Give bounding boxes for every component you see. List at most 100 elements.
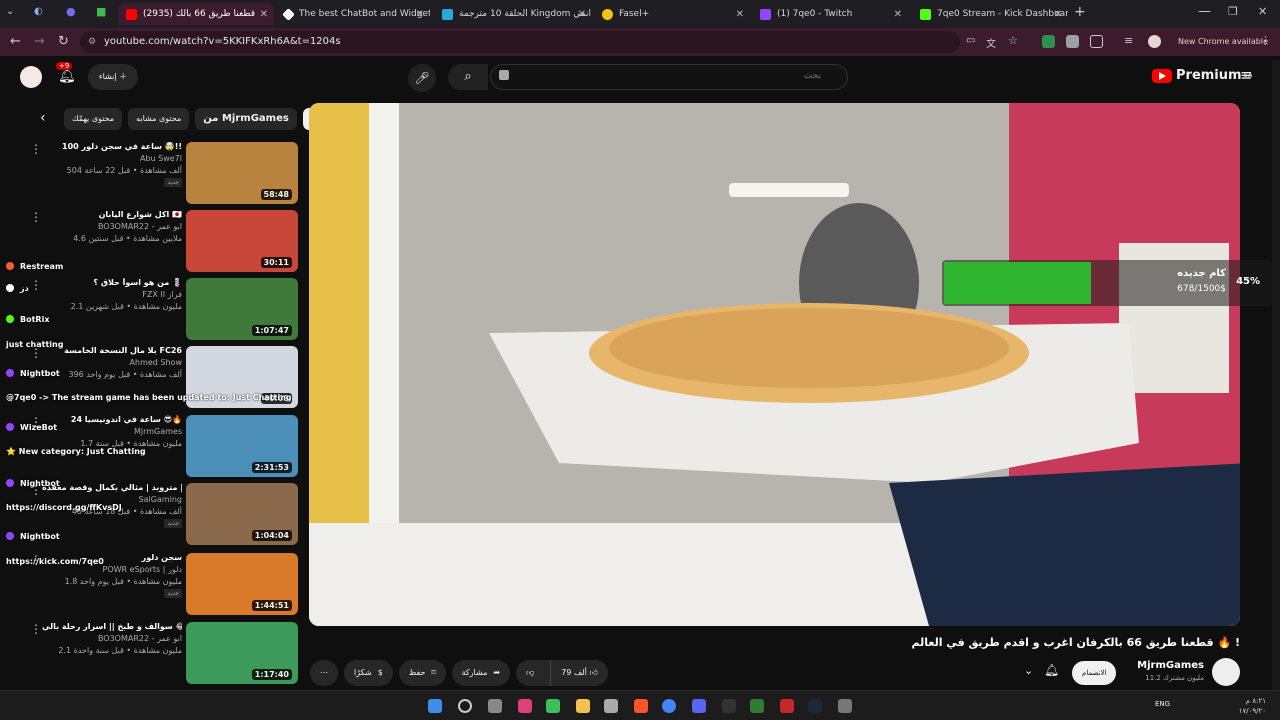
start-windows-icon[interactable] bbox=[428, 699, 442, 713]
recommendation-channel[interactable]: BO3OMAR22 - ابو عمر bbox=[42, 634, 182, 643]
forward-icon[interactable]: → bbox=[34, 34, 45, 49]
share-button[interactable]: مشاركة ➦ bbox=[451, 660, 511, 686]
tab-search-icon[interactable]: ⌄ bbox=[6, 6, 14, 17]
join-button[interactable]: الانضمام bbox=[1072, 661, 1117, 685]
scrollbar[interactable] bbox=[1272, 60, 1280, 690]
more-options-icon[interactable]: ⋮ bbox=[30, 278, 42, 292]
steam-icon[interactable] bbox=[808, 699, 822, 713]
close-icon[interactable]: ✕ bbox=[736, 9, 744, 20]
terminal-icon[interactable] bbox=[750, 699, 764, 713]
recommendation-item[interactable]: ⋮ 24 ساعة في اندونيسيا 😎🔥 MjrmGames 1.7 ملي… bbox=[30, 415, 300, 477]
tab-kick[interactable]: 7qe0 Stream - Kick Dashboard ✕ bbox=[912, 3, 1068, 25]
recommendation-thumbnail[interactable]: 1:44:51 bbox=[186, 553, 298, 615]
translate-icon[interactable]: 文 bbox=[986, 35, 996, 50]
user-avatar[interactable] bbox=[20, 66, 42, 88]
channel-avatar[interactable] bbox=[1212, 658, 1240, 686]
more-actions-button[interactable]: ⋯ bbox=[310, 660, 338, 686]
file-explorer-icon[interactable] bbox=[576, 699, 590, 713]
thanks-button[interactable]: شكرًا $ bbox=[344, 660, 393, 686]
recommendation-item[interactable]: ⋮ من هو اسوأ حلاق ؟ 💈 FZX II فراز 2.1 مليون… bbox=[30, 278, 300, 340]
brave-icon[interactable] bbox=[634, 699, 648, 713]
recommendation-title[interactable]: 100 ساعة في سجن دلور 🤯!! bbox=[42, 142, 182, 151]
search-input[interactable]: بحث bbox=[490, 64, 848, 90]
recommendation-thumbnail[interactable]: 2:31:53 bbox=[186, 415, 298, 477]
shield-icon[interactable] bbox=[1066, 35, 1079, 48]
tab-icon[interactable]: ● bbox=[66, 5, 76, 18]
create-button[interactable]: إنشاء ＋ bbox=[88, 64, 138, 90]
recommendation-title[interactable]: سوالف و طبخ || اسرار رحلة بالي 😂 ID bbox=[42, 622, 182, 631]
close-icon[interactable]: ✕ bbox=[578, 9, 586, 20]
recommendation-channel[interactable]: MjrmGames bbox=[42, 427, 182, 436]
recommendation-item[interactable]: ⋮ 100 ساعة في سجن دلور 🤯!! Abu Swe7l 504 أل… bbox=[30, 142, 300, 204]
extensions-puzzle-icon[interactable] bbox=[1090, 35, 1103, 48]
tab-chatbot[interactable]: The best ChatBot and Widgets ✕ bbox=[276, 3, 430, 25]
recommendation-thumbnail[interactable]: 1:17:40 bbox=[186, 622, 298, 684]
search-icon[interactable] bbox=[458, 699, 472, 713]
close-icon[interactable]: ✕ bbox=[416, 9, 424, 20]
new-chrome-button[interactable]: New Chrome available bbox=[1172, 33, 1274, 51]
bookmark-star-icon[interactable]: ☆ bbox=[1008, 34, 1018, 47]
site-info-icon[interactable]: ⚙ bbox=[88, 31, 96, 53]
cast-icon[interactable]: ▭ bbox=[966, 35, 975, 46]
app-icon[interactable] bbox=[722, 699, 736, 713]
obs-icon[interactable] bbox=[838, 699, 852, 713]
recommendation-channel[interactable]: Abu Swe7l bbox=[42, 154, 182, 163]
close-icon[interactable]: ✕ bbox=[894, 9, 902, 20]
recommendation-thumbnail[interactable]: 58:48 bbox=[186, 142, 298, 204]
recommendation-item[interactable]: ⋮بلاسفيموس | ح١ | متروبد | مثالي بكمال و… bbox=[30, 483, 300, 545]
dislike-icon[interactable]: 👎︎ bbox=[516, 660, 544, 686]
search-button[interactable]: ⌕ bbox=[448, 64, 488, 90]
recommendation-title[interactable]: من هو اسوأ حلاق ؟ 💈 bbox=[42, 278, 182, 287]
discord-icon[interactable] bbox=[692, 699, 706, 713]
chip-from-channel[interactable]: من MjrmGames bbox=[195, 108, 297, 130]
tab-kingdom[interactable]: الحلقة 10 مترجمة Kingdom انمي ✕ bbox=[434, 3, 592, 25]
guide-menu-icon[interactable]: ≡ bbox=[1240, 66, 1253, 84]
close-icon[interactable]: ✕ bbox=[260, 9, 268, 20]
chip-for-you[interactable]: محتوى يهمّك bbox=[64, 108, 123, 130]
recommendation-channel[interactable]: Ahmed Show bbox=[42, 358, 182, 367]
recommendation-channel[interactable]: BO3OMAR22 - ابو عمر bbox=[42, 222, 182, 231]
app-icon[interactable] bbox=[546, 699, 560, 713]
language-indicator[interactable]: ENG bbox=[1155, 700, 1170, 708]
notifications-bell-icon[interactable]: 🔔︎ +9 bbox=[56, 62, 76, 84]
extension-icon[interactable] bbox=[1042, 35, 1055, 48]
recommendation-channel[interactable]: POWR eSports | دلور bbox=[42, 565, 182, 574]
close-icon[interactable]: ✕ bbox=[1054, 9, 1062, 20]
tab-fasel[interactable]: Fasel+ ✕ bbox=[594, 3, 750, 25]
url-input[interactable]: ⚙ youtube.com/watch?v=5KKIFKxRh6A&t=1204… bbox=[80, 31, 960, 53]
new-tab-button[interactable]: + bbox=[1074, 4, 1086, 20]
tab-twitch[interactable]: (1) 7qe0 - Twitch ✕ bbox=[752, 3, 908, 25]
tab-youtube[interactable]: (2935) قطعنا طريق 66 بالك ✕ bbox=[118, 3, 274, 25]
chrome-icon[interactable] bbox=[662, 699, 676, 713]
menu-dots-icon[interactable]: ⋮ bbox=[1260, 34, 1271, 47]
recommendation-title[interactable]: 24 ساعة في اندونيسيا 😎🔥 bbox=[42, 415, 182, 424]
app-icon[interactable] bbox=[604, 699, 618, 713]
recommendation-item[interactable]: ⋮ اكل شوارع اليابان 🇯🇵 BO3OMAR22 - ابو عمر… bbox=[30, 210, 300, 272]
recommendation-thumbnail[interactable]: 30:11 bbox=[186, 210, 298, 272]
chevron-down-icon[interactable]: ⌄ bbox=[1024, 664, 1033, 677]
close-window-button[interactable]: ✕ bbox=[1258, 5, 1267, 18]
more-options-icon[interactable]: ⋮ bbox=[30, 210, 42, 224]
profile-avatar[interactable] bbox=[1148, 35, 1161, 48]
system-clock[interactable]: ٨:٢١ م ١٧/٠٩/٢٠ bbox=[1239, 696, 1266, 716]
recommendation-thumbnail[interactable]: 1:04:04 bbox=[186, 483, 298, 545]
reload-icon[interactable]: ↻ bbox=[58, 34, 69, 49]
tab-icon[interactable]: ■ bbox=[96, 5, 106, 18]
reading-list-icon[interactable]: ≡ bbox=[1124, 34, 1133, 47]
youtube-premium-logo[interactable]: Premium SA bbox=[1152, 68, 1253, 83]
back-icon[interactable]: ← bbox=[10, 34, 21, 49]
notification-bell-icon[interactable]: 🔔︎ bbox=[1044, 663, 1059, 677]
recommendation-thumbnail[interactable]: 1:07:47 bbox=[186, 278, 298, 340]
voice-search-icon[interactable]: 🎤︎ bbox=[408, 64, 436, 92]
channel-name[interactable]: MjrmGames bbox=[1137, 660, 1204, 671]
recommendation-title[interactable]: اكل شوارع اليابان 🇯🇵 bbox=[42, 210, 182, 219]
keyboard-icon[interactable] bbox=[499, 70, 509, 80]
app-icon[interactable] bbox=[518, 699, 532, 713]
recommendation-item[interactable]: ⋮سوالف و طبخ || اسرار رحلة بالي 😂 ID BO3O… bbox=[30, 622, 300, 684]
chevron-left-icon[interactable]: ‹ bbox=[40, 110, 46, 126]
recommendation-title[interactable]: بلاسفيموس | ح١ | متروبد | مثالي بكمال وق… bbox=[42, 483, 182, 492]
app-icon[interactable] bbox=[780, 699, 794, 713]
more-options-icon[interactable]: ⋮ bbox=[30, 142, 42, 156]
maximize-button[interactable]: ❐ bbox=[1228, 5, 1238, 18]
save-button[interactable]: حفظ ⌑ bbox=[398, 660, 446, 686]
